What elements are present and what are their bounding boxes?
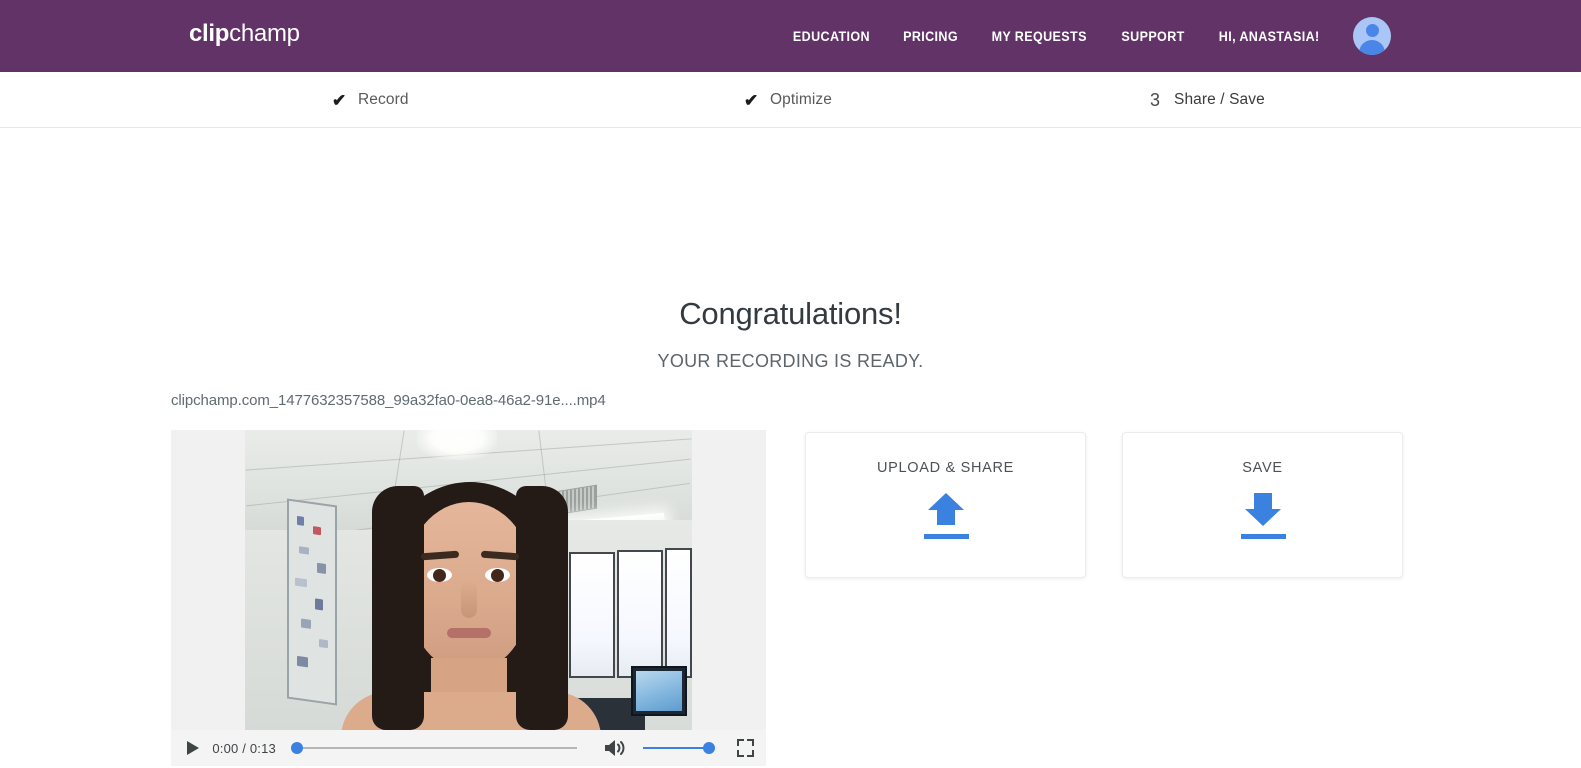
step-optimize-label: Optimize (770, 91, 832, 108)
whiteboard-note (315, 598, 323, 611)
speaker-glyph (605, 740, 625, 756)
nav-link-education[interactable]: EDUCATION (780, 29, 883, 44)
whiteboard-note (295, 577, 307, 588)
person-iris (433, 569, 446, 582)
fullscreen-icon[interactable] (737, 739, 754, 757)
step-share-save-label: Share / Save (1174, 91, 1265, 108)
play-icon[interactable] (183, 737, 203, 759)
ceiling-light-glare (417, 430, 497, 460)
arrow-base-line (1240, 534, 1286, 539)
upload-and-share-label: UPLOAD & SHARE (876, 460, 1015, 476)
person-eye-right (485, 568, 510, 582)
volume-slider[interactable] (643, 738, 716, 758)
wall-whiteboard (287, 498, 337, 706)
whiteboard-note (313, 526, 321, 536)
step-number-badge: 3 (1149, 90, 1160, 110)
step-optimize[interactable]: ✔ Optimize (744, 72, 832, 128)
arrow-head (927, 493, 964, 510)
seek-handle[interactable] (290, 742, 303, 754)
fullscreen-corner (747, 739, 754, 746)
logo-text-bold: clip (189, 20, 230, 47)
download-arrow-icon (1237, 493, 1289, 539)
site-header: clipchamp EDUCATION PRICING MY REQUESTS … (0, 0, 1581, 72)
office-window (569, 552, 615, 678)
step-record-label: Record (358, 91, 409, 108)
page-content: Congratulations! YOUR RECORDING IS READY… (0, 128, 1581, 768)
monitor-screen (636, 671, 682, 711)
save-label: SAVE (1242, 460, 1283, 476)
recording-filename: clipchamp.com_1477632357588_99a32fa0-0ea… (171, 392, 606, 409)
step-record[interactable]: ✔ Record (332, 72, 409, 128)
nav-link-account[interactable]: HI, ANASTASIA! (1205, 29, 1332, 44)
whiteboard-note (317, 562, 326, 574)
whiteboard-note (301, 618, 311, 629)
person-nose (461, 580, 477, 618)
nav-link-my-requests[interactable]: MY REQUESTS (979, 29, 1100, 44)
video-player[interactable]: 0:00 / 0:13 (171, 430, 766, 766)
arrow-shaft (936, 509, 955, 525)
seek-track (290, 747, 578, 749)
play-triangle (187, 741, 200, 755)
video-stage[interactable] (171, 430, 766, 730)
whiteboard-note (297, 515, 304, 526)
whiteboard-note (319, 638, 328, 649)
person-iris (491, 569, 504, 582)
fullscreen-corner (737, 739, 745, 746)
person-hair-left (372, 486, 424, 730)
speaker-icon[interactable] (603, 737, 627, 759)
fullscreen-corner (737, 750, 745, 757)
arrow-head (1244, 509, 1281, 526)
upload-arrow-icon (920, 493, 972, 539)
step-share-save[interactable]: 3 Share / Save (1148, 72, 1265, 128)
main-navigation: EDUCATION PRICING MY REQUESTS SUPPORT HI… (776, 0, 1391, 72)
check-icon: ✔ (744, 90, 759, 110)
upload-and-share-card[interactable]: UPLOAD & SHARE (805, 432, 1086, 578)
video-controls-bar: 0:00 / 0:13 (171, 730, 766, 766)
check-icon: ✔ (332, 90, 347, 110)
nav-link-pricing[interactable]: PRICING (890, 29, 971, 44)
page-title: Congratulations! (679, 296, 902, 331)
office-monitor (631, 666, 687, 716)
avatar-head-shape (1365, 24, 1379, 37)
whiteboard-note (297, 655, 308, 668)
logo-text-light: champ (229, 20, 300, 47)
clipchamp-logo[interactable]: clipchamp (189, 22, 300, 46)
volume-handle[interactable] (703, 742, 716, 754)
office-window (665, 548, 692, 678)
person-hair-right (516, 486, 568, 730)
nav-link-support[interactable]: SUPPORT (1108, 29, 1197, 44)
user-avatar-icon[interactable] (1353, 17, 1391, 55)
arrow-shaft (1253, 493, 1272, 509)
progress-step-bar: ✔ Record ✔ Optimize 3 Share / Save (0, 72, 1581, 128)
page-subtitle: YOUR RECORDING IS READY. (657, 351, 924, 371)
whiteboard-note (299, 546, 309, 555)
video-time-display: 0:00 / 0:13 (212, 740, 276, 756)
fullscreen-corner (747, 750, 754, 757)
avatar-body-shape (1359, 40, 1385, 55)
office-window (617, 550, 663, 678)
seek-slider[interactable] (290, 738, 578, 758)
video-preview-frame (245, 430, 692, 730)
person-mouth (447, 628, 491, 638)
save-card[interactable]: SAVE (1122, 432, 1403, 578)
person-eye-left (427, 568, 452, 582)
arrow-base-line (923, 534, 969, 539)
